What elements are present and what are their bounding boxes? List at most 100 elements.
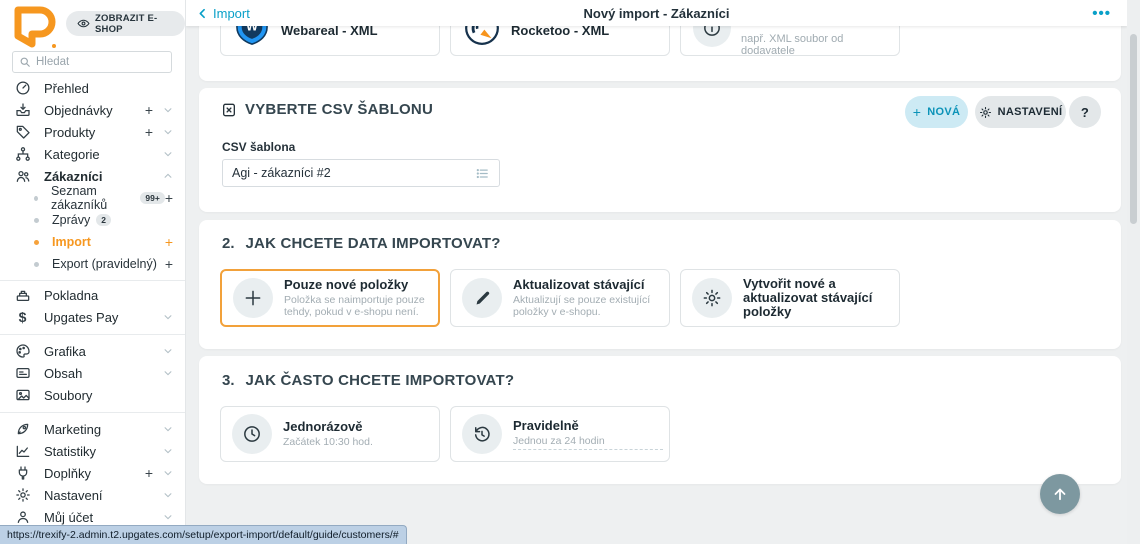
- sidebar-item-prehled[interactable]: Přehled: [0, 77, 185, 99]
- sidebar-item-pokladna[interactable]: Pokladna: [0, 284, 185, 306]
- chevron-down-icon[interactable]: [163, 468, 173, 478]
- chevron-down-icon[interactable]: [163, 512, 173, 522]
- chevron-down-icon[interactable]: [163, 368, 173, 378]
- sidebar-item-soubory[interactable]: Soubory: [0, 384, 185, 406]
- upgates-logo[interactable]: [10, 6, 60, 50]
- step2-panel: 2. JAK CHCETE DATA IMPORTOVAT? Pouze nov…: [199, 220, 1121, 349]
- clock-icon: [232, 414, 272, 454]
- sidebar-search[interactable]: [12, 51, 172, 73]
- plug-icon: [14, 465, 31, 482]
- csv-template-label: CSV šablona: [222, 140, 295, 154]
- palette-icon: [14, 343, 31, 360]
- show-eshop-button[interactable]: ZOBRAZIT E-SHOP: [66, 11, 185, 36]
- topbar: Import Nový import - Zákazníci •••: [186, 0, 1127, 26]
- chevron-down-icon[interactable]: [163, 446, 173, 456]
- sidebar-item-kategorie[interactable]: Kategorie: [0, 143, 185, 165]
- eye-icon: [77, 17, 90, 30]
- plus-icon: +: [913, 104, 921, 120]
- chevron-down-icon[interactable]: [163, 490, 173, 500]
- search-input[interactable]: [36, 56, 165, 68]
- option-title: Pouze nové položky: [284, 278, 430, 292]
- arrow-up-icon: [1051, 485, 1069, 503]
- template-settings-button[interactable]: NASTAVENÍ: [975, 96, 1066, 128]
- option-title: Pravidelně: [513, 419, 663, 433]
- gear-icon: [979, 106, 992, 119]
- file-x-icon: [221, 102, 237, 118]
- option-title: Jednorázově: [283, 420, 373, 434]
- sidebar-item-doplnky[interactable]: Doplňky +: [0, 462, 185, 484]
- more-menu-button[interactable]: •••: [1092, 5, 1111, 22]
- sitemap-icon: [14, 146, 31, 163]
- bullet-icon: [34, 240, 39, 245]
- new-template-button[interactable]: + NOVÁ: [905, 96, 968, 128]
- option-update-existing[interactable]: Aktualizovat stávající Aktualizují se po…: [450, 269, 670, 327]
- chevron-left-icon: [196, 7, 209, 20]
- sidebar-subitem-seznam-zakazniku[interactable]: Seznam zákazníků 99+ +: [0, 187, 185, 209]
- option-create-and-update[interactable]: Vytvořit nové a aktualizovat stávající p…: [680, 269, 900, 327]
- option-desc: Položka se naimportuje pouze tehdy, poku…: [284, 294, 430, 318]
- chevron-down-icon[interactable]: [163, 312, 173, 322]
- link-status-bar: https://trexify-2.admin.t2.upgates.com/s…: [0, 525, 407, 544]
- line-chart-icon: [14, 443, 31, 460]
- add-button[interactable]: +: [165, 257, 173, 271]
- sidebar-subitem-import[interactable]: Import +: [0, 231, 185, 253]
- sidebar-item-marketing[interactable]: Marketing: [0, 418, 185, 440]
- add-button[interactable]: +: [145, 103, 153, 117]
- back-link-import[interactable]: Import: [196, 6, 250, 21]
- sidebar-item-grafika[interactable]: Grafika: [0, 340, 185, 362]
- option-only-new-items[interactable]: Pouze nové položky Položka se naimportuj…: [220, 269, 440, 327]
- csv-template-select[interactable]: Agi - zákazníci #2: [222, 159, 500, 187]
- add-button[interactable]: +: [165, 235, 173, 249]
- sidebar-item-objednavky[interactable]: Objednávky +: [0, 99, 185, 121]
- count-badge: 99+: [140, 192, 164, 205]
- add-button[interactable]: +: [165, 191, 173, 205]
- tag-icon: [14, 124, 31, 141]
- chevron-up-icon[interactable]: [163, 171, 173, 181]
- option-recurring[interactable]: Pravidelně Jednou za 24 hodin: [450, 406, 670, 462]
- csv-template-value: Agi - zákazníci #2: [232, 166, 331, 180]
- divider: [0, 406, 185, 418]
- scrollbar-thumb[interactable]: [1130, 34, 1137, 224]
- sidebar-item-nastaveni[interactable]: Nastavení: [0, 484, 185, 506]
- option-one-time[interactable]: Jednorázově Začátek 10:30 hod.: [220, 406, 440, 462]
- sidebar-subitem-export[interactable]: Export (pravidelný) +: [0, 253, 185, 275]
- status-url: https://trexify-2.admin.t2.upgates.com/s…: [7, 529, 399, 541]
- app-screen: W Webareal - XML Rocketoo - XML: [0, 0, 1140, 544]
- sidebar-item-obsah[interactable]: Obsah: [0, 362, 185, 384]
- chevron-down-icon[interactable]: [163, 346, 173, 356]
- chevron-down-icon[interactable]: [163, 424, 173, 434]
- source-card-subtitle: např. XML soubor od dodavatele: [741, 33, 899, 57]
- gauge-icon: [14, 80, 31, 97]
- add-button[interactable]: +: [145, 125, 153, 139]
- option-title: Aktualizovat stávající: [513, 278, 661, 292]
- magnifier-icon: [19, 56, 31, 68]
- pencil-icon: [462, 278, 502, 318]
- step3-number: 3.: [222, 372, 235, 389]
- chevron-down-icon[interactable]: [163, 149, 173, 159]
- vertical-scrollbar: [1127, 0, 1140, 544]
- image-icon: [14, 387, 31, 404]
- sidebar-nav: Přehled Objednávky +: [0, 77, 185, 528]
- option-title: Vytvořit nové a aktualizovat stávající p…: [743, 277, 891, 319]
- step2-heading: JAK CHCETE DATA IMPORTOVAT?: [246, 235, 501, 252]
- gear-icon: [692, 278, 732, 318]
- sidebar-item-statistiky[interactable]: Statistiky: [0, 440, 185, 462]
- plus-icon: [233, 278, 273, 318]
- history-icon: [462, 414, 502, 454]
- add-button[interactable]: +: [145, 466, 153, 480]
- scroll-to-top-button[interactable]: [1040, 474, 1080, 514]
- list-icon: [475, 166, 490, 181]
- step2-number: 2.: [222, 235, 235, 252]
- sidebar-subitem-zpravy[interactable]: Zprávy 2: [0, 209, 185, 231]
- sidebar-item-produkty[interactable]: Produkty +: [0, 121, 185, 143]
- help-button[interactable]: ?: [1069, 96, 1101, 128]
- option-desc: Aktualizují se pouze existující položky …: [513, 294, 661, 318]
- user-icon: [14, 509, 31, 526]
- cash-register-icon: [14, 287, 31, 304]
- sidebar-item-upgates-pay[interactable]: $ Upgates Pay: [0, 306, 185, 328]
- step3-heading: JAK ČASTO CHCETE IMPORTOVAT?: [246, 372, 515, 389]
- chevron-down-icon[interactable]: [163, 105, 173, 115]
- page-title: Nový import - Zákazníci: [186, 6, 1127, 21]
- content-card-icon: [14, 365, 31, 382]
- chevron-down-icon[interactable]: [163, 127, 173, 137]
